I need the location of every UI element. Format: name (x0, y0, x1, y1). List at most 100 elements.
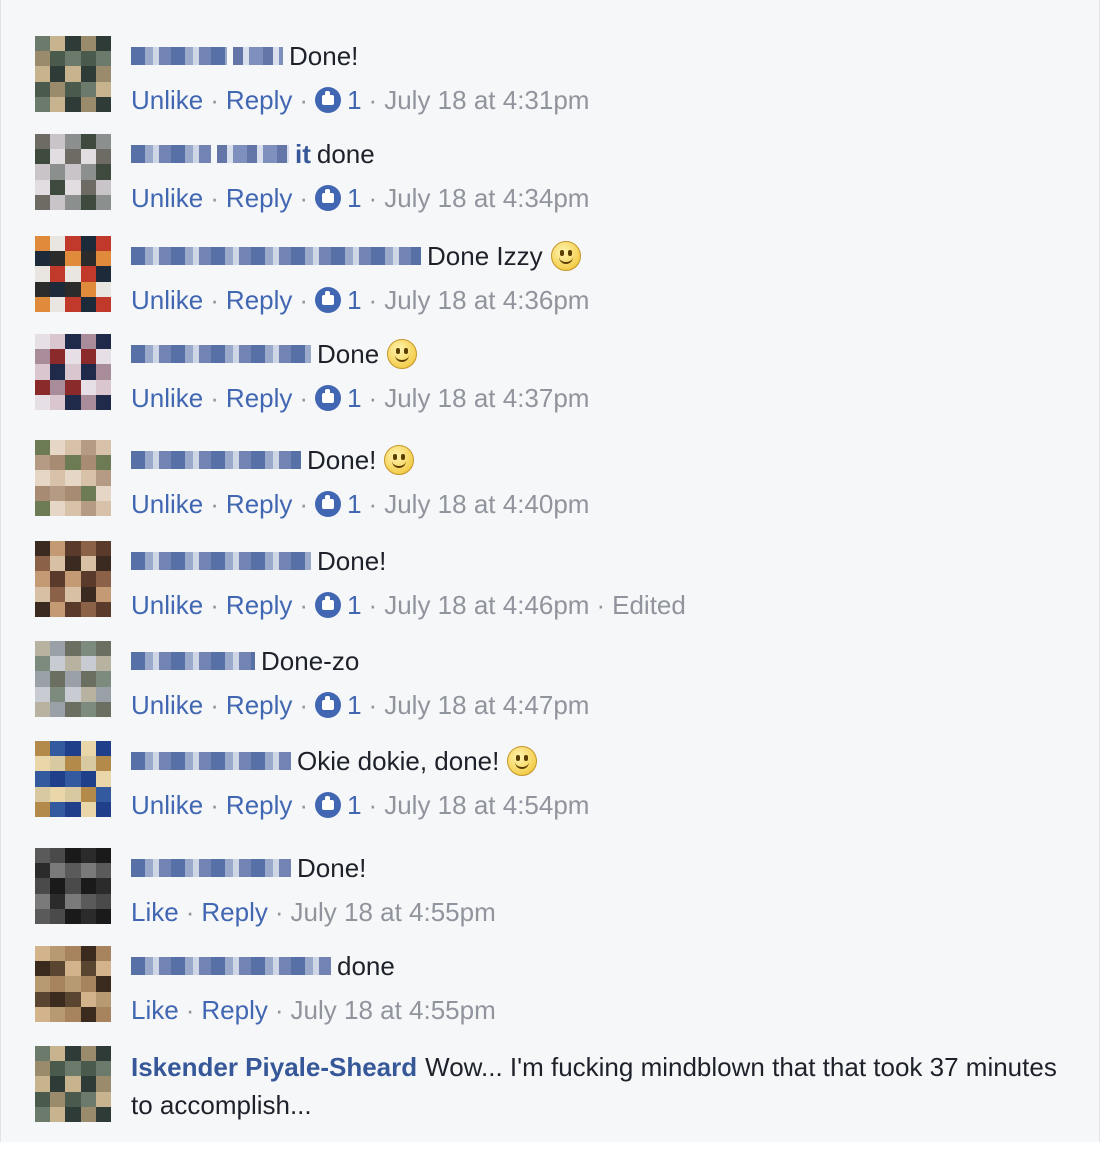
separator-dot: · (596, 589, 606, 620)
separator-dot: · (299, 284, 309, 315)
timestamp-link[interactable]: July 18 at 4:54pm (384, 790, 589, 821)
author-name-blurred[interactable] (131, 652, 255, 670)
avatar[interactable] (35, 641, 111, 717)
comment-line: Done (131, 334, 1071, 374)
reply-link[interactable]: Reply (201, 897, 267, 928)
timestamp-link[interactable]: July 18 at 4:55pm (291, 897, 496, 928)
separator-dot: · (274, 994, 284, 1025)
like-count[interactable]: 1 (315, 182, 362, 214)
reply-link[interactable]: Reply (226, 690, 292, 721)
author-name-blurred[interactable] (131, 451, 301, 469)
author-name-blurred[interactable] (131, 859, 291, 877)
reply-link[interactable]: Reply (226, 590, 292, 621)
reply-link[interactable]: Reply (226, 790, 292, 821)
reply-link[interactable]: Reply (226, 489, 292, 520)
avatar[interactable] (35, 36, 111, 112)
timestamp-link[interactable]: July 18 at 4:34pm (384, 183, 589, 214)
thumbs-up-icon (315, 692, 342, 718)
timestamp-link[interactable]: July 18 at 4:46pm (384, 590, 589, 621)
author-name-blurred[interactable] (131, 552, 311, 570)
like-count[interactable]: 1 (315, 689, 362, 721)
author-name-blurred[interactable] (131, 345, 311, 363)
timestamp-link[interactable]: July 18 at 4:31pm (384, 85, 589, 116)
unlike-link[interactable]: Unlike (131, 285, 203, 316)
reply-link[interactable]: Reply (226, 183, 292, 214)
like-count-number: 1 (347, 84, 362, 115)
separator-dot: · (299, 182, 309, 213)
comments-panel: Done! Unlike · Reply · 1 · July 18 at 4:31pm it d… (0, 0, 1100, 1142)
comment-body: it done Unlike · Reply · 1 · July 18 at 4:34pm (131, 134, 1071, 218)
like-count[interactable]: 1 (315, 489, 362, 520)
unlike-link[interactable]: Unlike (131, 690, 203, 721)
like-count-number: 1 (347, 689, 362, 720)
reply-link[interactable]: Reply (226, 85, 292, 116)
comment-line: done (131, 946, 1071, 986)
comment-actions: Like · Reply · July 18 at 4:55pm (131, 990, 1071, 1030)
reply-link[interactable]: Reply (201, 995, 267, 1026)
avatar[interactable] (35, 848, 111, 924)
timestamp-link[interactable]: July 18 at 4:36pm (384, 285, 589, 316)
avatar[interactable] (35, 946, 111, 1022)
timestamp-link[interactable]: July 18 at 4:37pm (384, 383, 589, 414)
like-count[interactable]: 1 (315, 590, 362, 621)
timestamp-link[interactable]: July 18 at 4:47pm (384, 690, 589, 721)
avatar[interactable] (35, 541, 111, 617)
like-count[interactable]: 1 (315, 790, 362, 821)
smiley-icon (384, 445, 415, 475)
separator-dot: · (368, 589, 378, 620)
avatar[interactable] (35, 236, 111, 312)
separator-dot: · (299, 382, 309, 413)
comment-text: Done-zo (261, 645, 360, 676)
smiley-icon (387, 339, 418, 369)
comment-line: Done! (131, 36, 1071, 76)
comment-line: Done! (131, 440, 1071, 480)
unlike-link[interactable]: Unlike (131, 489, 203, 520)
unlike-link[interactable]: Unlike (131, 183, 203, 214)
like-link[interactable]: Like (131, 897, 179, 928)
like-count[interactable]: 1 (315, 383, 362, 414)
author-name-fragment[interactable]: it (295, 139, 311, 170)
author-name-blurred[interactable] (217, 145, 289, 163)
separator-dot: · (210, 589, 219, 620)
avatar[interactable] (35, 1046, 111, 1122)
comment-body: Done-zo Unlike · Reply · 1 · July 18 at 4:47pm (131, 641, 1071, 725)
reply-link[interactable]: Reply (226, 383, 292, 414)
unlike-link[interactable]: Unlike (131, 85, 203, 116)
comment-line: Done Izzy (131, 236, 1071, 276)
author-name[interactable]: Iskender Piyale-Sheard (131, 1052, 417, 1082)
like-count[interactable]: 1 (315, 84, 362, 116)
separator-dot: · (274, 896, 284, 927)
unlike-link[interactable]: Unlike (131, 383, 203, 414)
author-name-blurred[interactable] (131, 247, 421, 265)
comment-body: Done Unlike · Reply · 1 · July 18 at 4:37pm (131, 334, 1071, 418)
timestamp-link[interactable]: July 18 at 4:55pm (291, 995, 496, 1026)
comment-actions: Unlike · Reply · 1 · July 18 at 4:36pm (131, 280, 1071, 320)
author-name-blurred[interactable] (131, 957, 331, 975)
comment-text: Done! (307, 444, 377, 475)
like-count[interactable]: 1 (315, 285, 362, 316)
author-name-blurred[interactable] (131, 47, 227, 65)
avatar[interactable] (35, 440, 111, 516)
thumbs-up-icon (315, 592, 342, 618)
author-name-blurred[interactable] (233, 47, 283, 65)
comment-line: Done! (131, 541, 1071, 581)
author-name-blurred[interactable] (131, 752, 291, 770)
avatar[interactable] (35, 334, 111, 410)
unlike-link[interactable]: Unlike (131, 790, 203, 821)
edited-label[interactable]: Edited (612, 590, 686, 621)
avatar[interactable] (35, 134, 111, 210)
like-link[interactable]: Like (131, 995, 179, 1026)
comment-body: Done! Unlike · Reply · 1 · July 18 at 4:46pm · Ed… (131, 541, 1071, 625)
comment-actions: Unlike · Reply · 1 · July 18 at 4:34pm (131, 178, 1071, 218)
separator-dot: · (368, 84, 378, 115)
like-count-number: 1 (347, 182, 362, 213)
timestamp-link[interactable]: July 18 at 4:40pm (384, 489, 589, 520)
comment-text: Done Izzy (427, 240, 543, 271)
author-name-blurred[interactable] (131, 145, 211, 163)
separator-dot: · (210, 689, 219, 720)
unlike-link[interactable]: Unlike (131, 590, 203, 621)
avatar[interactable] (35, 741, 111, 817)
comment-body: Done! Like · Reply · July 18 at 4:55pm (131, 848, 1071, 932)
reply-link[interactable]: Reply (226, 285, 292, 316)
separator-dot: · (210, 284, 219, 315)
